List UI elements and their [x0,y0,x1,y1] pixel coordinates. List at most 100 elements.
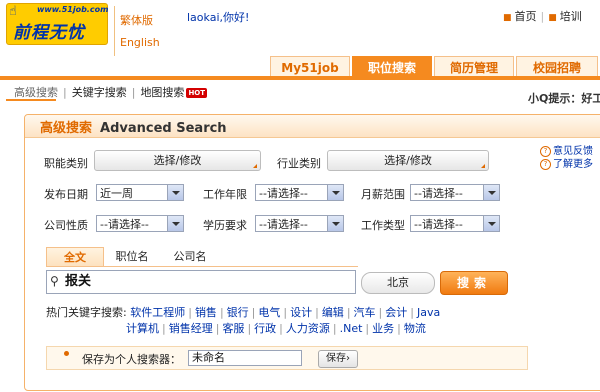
separator: | [251,306,256,319]
bullet-icon [64,351,69,356]
industry-select-button[interactable]: 选择/修改 [327,150,489,171]
search-button[interactable]: 搜索 [440,271,508,295]
lang-english-link[interactable]: English [120,36,160,49]
education-label: 学历要求 [203,219,247,232]
hot-keyword-link[interactable]: 行政 [254,322,276,335]
separator: | [215,322,220,335]
hot-keyword-link[interactable]: 人力资源 [286,322,330,335]
hot-keyword-link[interactable]: 汽车 [354,306,376,319]
salary-label: 月薪范围 [361,188,405,201]
function-label: 职能类别 [44,157,88,170]
salary-select[interactable]: --请选择-- [410,184,500,201]
save-searcher-label: 保存为个人搜索器： [82,353,181,366]
subnav-advanced-search[interactable]: 高级搜索 [14,86,58,99]
company-type-value: --请选择-- [100,218,149,231]
job-type-select[interactable]: --请选择-- [410,215,500,232]
hot-keywords-row2: 计算机 | 销售经理 | 客服 | 行政 | 人力资源 | .Net | 业务 | 物流 [126,320,426,337]
separator: | [188,306,192,319]
tab-campus-recruit[interactable]: 校园招聘 [516,56,598,78]
work-years-select[interactable]: --请选择-- [255,184,344,201]
separator: | [365,322,370,335]
question-icon: ? [540,158,551,170]
city-select-button[interactable]: 北京 [361,272,435,294]
top-links: ■ 首页 | ■ 培训 [503,8,582,28]
function-select-button[interactable]: 选择/修改 [94,150,261,171]
question-icon: ? [540,145,551,157]
hot-keyword-link[interactable]: 银行 [227,306,249,319]
tab-fulltext[interactable]: 全文 [46,247,104,267]
separator: | [315,306,319,319]
hot-keyword-link[interactable]: 会计 [385,306,407,319]
bullet-icon: ■ [503,13,512,23]
hot-keyword-link[interactable]: .Net [340,322,363,335]
hot-keywords-label: 热门关键字搜索: [46,306,127,319]
work-years-value: --请选择-- [259,187,308,200]
separator: | [346,306,351,319]
industry-label: 行业类别 [277,157,321,170]
logo-url: www.51job.com [37,5,109,14]
separator: | [397,322,401,335]
tab-job-title[interactable]: 职位名 [106,247,158,266]
separator: | [247,322,252,335]
tab-my51job[interactable]: My51job [270,56,350,78]
post-date-value: 近一周 [100,187,133,200]
hot-keyword-link[interactable]: 销售 [195,306,217,319]
hot-keyword-link[interactable]: 计算机 [126,322,159,335]
dropdown-arrow-icon [483,216,499,231]
hot-keyword-link[interactable]: 软件工程师 [130,306,185,319]
corner-arrow-icon [253,164,257,168]
hot-keyword-link[interactable]: 编辑 [322,306,344,319]
save-button-label: 保存 [326,353,346,364]
dropdown-arrow-icon [167,216,183,231]
separator: | [332,322,337,335]
tab-company-name[interactable]: 公司名 [164,247,216,266]
separator: | [162,322,166,335]
logo-text: 前程无忧 [13,23,85,43]
panel-title-cn: 高级搜索 [40,121,93,136]
company-type-label: 公司性质 [44,219,88,232]
logo[interactable]: ☝ www.51job.com 前程无忧 [6,3,108,45]
panel-title-en: Advanced Search [100,121,227,136]
education-value: --请选择-- [259,218,308,231]
right-links: ? 意见反馈 ? 了解更多 [540,145,593,171]
subnav-keyword-search[interactable]: 关键字搜索 [72,86,127,99]
save-button[interactable]: 保存› [318,350,358,368]
subnav-active-underline [6,99,56,101]
feedback-link[interactable]: 意见反馈 [553,146,593,157]
home-link[interactable]: 首页 [515,10,537,23]
post-date-label: 发布日期 [44,188,88,201]
searcher-name-input[interactable]: 未命名 [188,350,302,366]
keyword-input[interactable]: 报关 [46,270,356,294]
sub-nav: 高级搜索 | 关键字搜索 | 地图搜索 HOT [14,84,208,100]
hot-keywords-row1: 热门关键字搜索: 软件工程师 | 销售 | 银行 | 电气 | 设计 | 编辑 | 汽车 | 会计 | Java [46,304,440,321]
subnav-map-search[interactable]: 地图搜索 [140,86,184,99]
separator: | [410,306,414,319]
tab-resume-manage[interactable]: 简历管理 [434,56,514,78]
hot-keyword-link[interactable]: 业务 [372,322,394,335]
bullet-icon: ■ [548,13,557,23]
hot-keyword-link[interactable]: 电气 [258,306,280,319]
hot-keyword-link[interactable]: 客服 [222,322,244,335]
industry-button-label: 选择/修改 [384,154,432,167]
hot-keyword-link[interactable]: 设计 [290,306,312,319]
hot-keyword-link[interactable]: Java [417,306,440,319]
user-greeting: laokai,你好! [187,11,250,24]
company-type-select[interactable]: --请选择-- [96,215,184,232]
separator: | [63,86,67,99]
function-button-label: 选择/修改 [153,154,202,167]
hot-keyword-link[interactable]: 销售经理 [169,322,213,335]
separator: | [131,86,136,99]
salary-value: --请选择-- [414,187,463,200]
dropdown-arrow-icon [327,216,343,231]
hot-keyword-link[interactable]: 物流 [404,322,426,335]
training-link[interactable]: 培训 [560,10,582,23]
learn-more-link[interactable]: 了解更多 [553,159,593,170]
post-date-select[interactable]: 近一周 [96,184,184,201]
nav-bar-line [0,76,600,80]
separator: | [283,306,288,319]
chevron-right-icon: › [346,353,350,364]
panel-title: 高级搜索 Advanced Search [40,117,227,136]
tab-job-search[interactable]: 职位搜索 [352,56,432,78]
lang-traditional-link[interactable]: 繁体版 [120,12,153,28]
education-select[interactable]: --请选择-- [255,215,344,232]
